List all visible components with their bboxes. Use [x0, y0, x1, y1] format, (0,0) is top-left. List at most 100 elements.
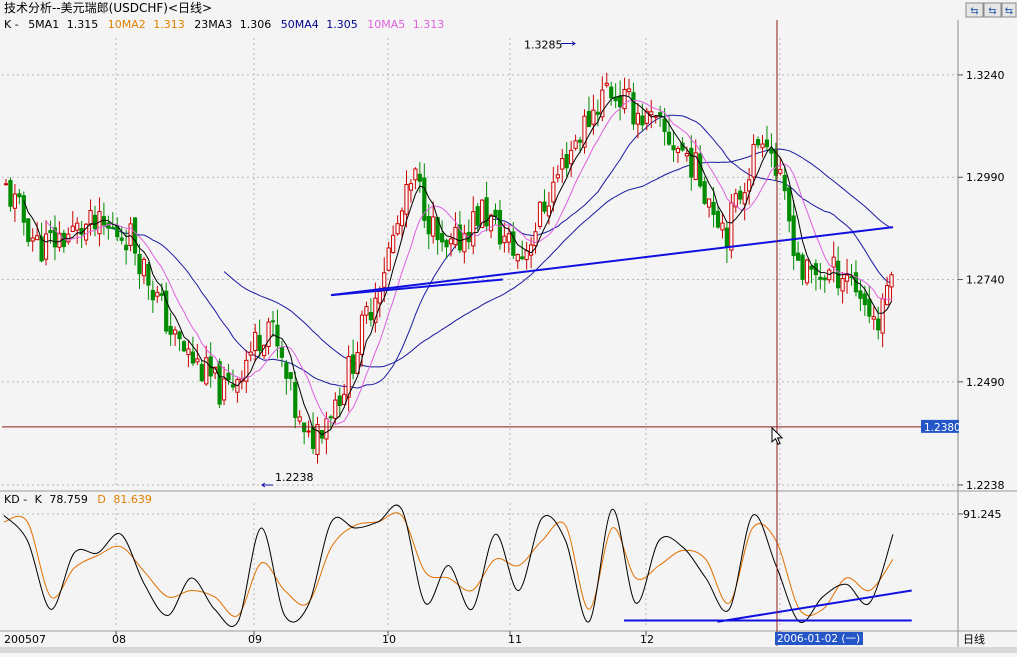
candle-body [755, 139, 761, 146]
candle-body [226, 372, 231, 381]
ma-legend-ma1-value: 1.315 [67, 18, 99, 31]
candle-body [453, 226, 458, 246]
candle-body [506, 233, 511, 243]
candle-body [876, 318, 881, 331]
candle-body [92, 214, 98, 230]
candle-body [560, 158, 565, 170]
candle-body [217, 361, 222, 405]
candle-body [17, 193, 22, 198]
x-axis-label: 日线 [963, 632, 985, 646]
candle-body [195, 358, 200, 363]
scroll-icon: ⇆ [1005, 6, 1013, 17]
candle-body [831, 256, 836, 268]
candle-body [3, 183, 9, 186]
candle-body [128, 223, 133, 246]
candle-body [604, 82, 609, 86]
candle-body [778, 169, 783, 174]
candle-body [791, 215, 796, 257]
candle-body [729, 202, 734, 251]
candle-body [21, 195, 26, 223]
candle-body [862, 293, 867, 306]
candle-body [426, 216, 431, 235]
ma-legend: K - 5MA1 1.315 10MA2 1.313 23MA3 1.306 5… [4, 18, 444, 31]
candle-body [150, 289, 155, 301]
candle-body [364, 306, 369, 316]
candle-body [199, 364, 204, 382]
x-axis-tick-label: 12 [640, 633, 654, 646]
candle-body [520, 256, 525, 260]
candle-body [284, 362, 289, 379]
scroll-button[interactable]: ⇆ [1001, 2, 1017, 18]
chart-canvas[interactable]: 技术分析--美元瑞郎(USDCHF)<日线> ⇆ ⇆ ⇆ K - 5MA1 1.… [0, 0, 1017, 653]
candle-body [885, 285, 890, 306]
price-axis-tick-label: 1.2238 [966, 479, 1005, 492]
chart-background [0, 0, 1017, 653]
candle-body [751, 143, 756, 178]
candle-body [626, 88, 632, 93]
candle-body [471, 211, 476, 247]
candle-body [110, 226, 115, 229]
candle-body [132, 217, 138, 254]
candle-body [760, 143, 765, 149]
status-strip [0, 647, 1017, 653]
ma-legend-ma2-label: 10MA2 [108, 18, 146, 31]
candle-body [257, 334, 262, 352]
candle-body [497, 210, 503, 245]
candle-body [26, 218, 31, 242]
candle-body [444, 239, 449, 248]
candle-body [586, 110, 592, 127]
chart-window: 技术分析--美元瑞郎(USDCHF)<日线> ⇆ ⇆ ⇆ K - 5MA1 1.… [0, 0, 1017, 653]
candle-body [858, 290, 863, 299]
candle-body [404, 184, 409, 215]
candle-body [177, 331, 182, 340]
candle-body [297, 416, 302, 422]
candle-body [635, 112, 640, 125]
candle-body [618, 96, 623, 108]
candle-body [800, 254, 805, 280]
candle-body [707, 198, 712, 208]
candle-body [306, 430, 311, 433]
candle-body [462, 232, 467, 253]
candle-body [551, 181, 556, 203]
candle-body [248, 351, 253, 356]
x-axis-tick-label: 11 [508, 633, 522, 646]
zoom-out-button[interactable]: ⇆ [965, 2, 984, 18]
price-axis-tick-label: 1.2740 [966, 274, 1005, 287]
x-axis-tick-label: 200507 [4, 633, 46, 646]
candle-body [315, 424, 320, 455]
candle-body [173, 329, 178, 335]
kd-axis-tick-label: 91.245 [963, 508, 1002, 521]
candle-body [569, 149, 574, 165]
candle-body [8, 180, 13, 207]
candle [181, 339, 187, 353]
candle-body [221, 378, 227, 401]
window-title: 技术分析--美元瑞郎(USDCHF)<日线> [4, 1, 212, 15]
candle-body [542, 201, 547, 212]
ma-legend-ma2-value: 1.313 [153, 18, 185, 31]
candle-body [12, 193, 18, 209]
candle-body [889, 274, 894, 288]
x-axis-tick-label: 10 [382, 633, 396, 646]
candle-body [564, 154, 569, 169]
candle-body [70, 225, 75, 233]
candle-body [288, 372, 293, 379]
ma-legend-k: K - [4, 18, 19, 31]
ma-legend-ma3-value: 1.306 [240, 18, 272, 31]
candle-body [119, 237, 124, 241]
candle-body [399, 210, 405, 227]
candle-body [440, 233, 445, 243]
candle [804, 258, 810, 286]
ma-legend-ma5-value: 1.313 [413, 18, 445, 31]
candle-body [684, 152, 689, 157]
candle-body [844, 274, 850, 282]
candle [8, 177, 13, 212]
crosshair-price-label: 1.2380 [924, 422, 961, 434]
candle-body [181, 341, 187, 352]
candle-body [715, 210, 721, 228]
kd-legend-d-value: 81.639 [113, 493, 152, 506]
candle-body [595, 111, 600, 115]
candle-body [417, 173, 422, 182]
zoom-in-button[interactable]: ⇆ [983, 2, 1002, 18]
candle-body [408, 183, 414, 191]
candle-body [698, 153, 703, 187]
